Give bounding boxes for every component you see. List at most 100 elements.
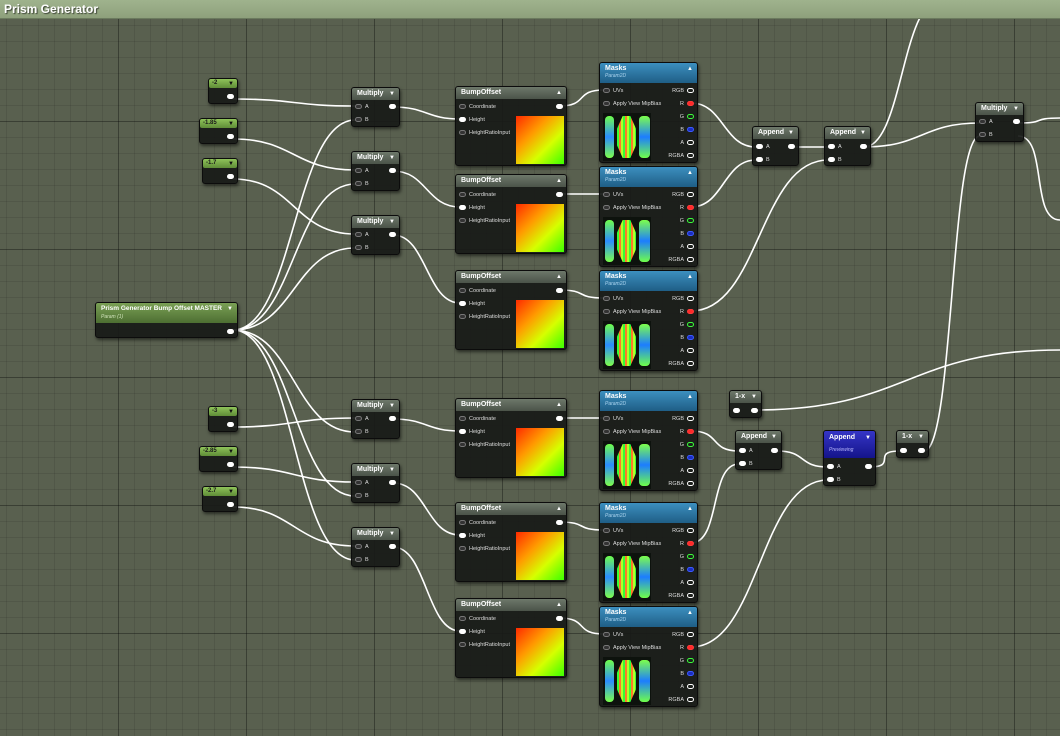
- pin-icon[interactable]: [687, 468, 694, 474]
- pin-icon[interactable]: [389, 416, 396, 422]
- pin-icon[interactable]: [459, 546, 466, 552]
- multiply-node[interactable]: Multiply ▼ A B: [351, 87, 400, 127]
- pin-icon[interactable]: [355, 232, 362, 238]
- node-pin[interactable]: A: [355, 543, 369, 551]
- node-pin[interactable]: A: [827, 463, 841, 471]
- output-pin[interactable]: [227, 328, 234, 336]
- pin-icon[interactable]: [979, 132, 986, 138]
- node-pin[interactable]: Height: [459, 428, 485, 436]
- connection-wire[interactable]: [232, 247, 356, 331]
- pin-icon[interactable]: [687, 218, 694, 224]
- output-pin[interactable]: [751, 407, 758, 415]
- connection-wire[interactable]: [690, 159, 757, 208]
- pin-icon[interactable]: [687, 658, 694, 664]
- node-pin[interactable]: G: [680, 657, 694, 665]
- bump-offset-node[interactable]: BumpOffset ▲ Coordinate Height HeightRatioIn…: [455, 598, 567, 678]
- pin-icon[interactable]: [687, 567, 694, 573]
- connection-wire[interactable]: [392, 106, 461, 120]
- pin-icon[interactable]: [556, 616, 563, 622]
- pin-icon[interactable]: [687, 684, 694, 690]
- pin-icon[interactable]: [603, 429, 610, 435]
- pin-icon[interactable]: [227, 462, 234, 468]
- pin-icon[interactable]: [459, 288, 466, 294]
- node-pin[interactable]: RGB: [672, 295, 694, 303]
- pin-icon[interactable]: [687, 697, 694, 703]
- node-pin[interactable]: B: [355, 492, 369, 500]
- connection-wire[interactable]: [232, 329, 356, 561]
- pin-icon[interactable]: [227, 502, 234, 508]
- pin-icon[interactable]: [459, 429, 466, 435]
- node-pin[interactable]: R: [680, 540, 694, 548]
- node-pin[interactable]: B: [828, 156, 842, 164]
- pin-icon[interactable]: [900, 448, 907, 454]
- node-pin[interactable]: RGB: [672, 87, 694, 95]
- connection-wire[interactable]: [232, 119, 356, 331]
- pin-icon[interactable]: [687, 309, 694, 315]
- output-pin[interactable]: [389, 543, 396, 551]
- node-pin[interactable]: Apply View MipBias: [603, 540, 661, 548]
- collapse-arrow-icon[interactable]: ▼: [865, 435, 871, 441]
- node-pin[interactable]: B: [355, 116, 369, 124]
- node-pin[interactable]: G: [680, 321, 694, 329]
- pin-icon[interactable]: [687, 481, 694, 487]
- connection-wire[interactable]: [776, 450, 829, 468]
- pin-icon[interactable]: [827, 477, 834, 483]
- node-pin[interactable]: RGB: [672, 191, 694, 199]
- output-pin[interactable]: [556, 519, 563, 527]
- output-pin[interactable]: [556, 615, 563, 623]
- pin-icon[interactable]: [865, 464, 872, 470]
- collapse-arrow-icon[interactable]: ▲: [687, 170, 693, 176]
- node-pin[interactable]: Coordinate: [459, 615, 496, 623]
- pin-icon[interactable]: [459, 301, 466, 307]
- collapse-arrow-icon[interactable]: ▲: [687, 506, 693, 512]
- node-pin[interactable]: RGB: [672, 527, 694, 535]
- collapse-arrow-icon[interactable]: ▼: [751, 393, 757, 401]
- node-pin[interactable]: RGBA: [668, 592, 694, 600]
- append-node[interactable]: Append ▼ A B: [752, 126, 799, 166]
- pin-icon[interactable]: [603, 416, 610, 422]
- pin-icon[interactable]: [687, 244, 694, 250]
- masks-texture-node[interactable]: Masks Param2D ▲ UVs Apply View MipBias RGB R G B…: [599, 166, 698, 267]
- connection-wire[interactable]: [754, 349, 1060, 411]
- pin-icon[interactable]: [227, 94, 234, 100]
- multiply-node[interactable]: Multiply ▼ A B: [351, 151, 400, 191]
- pin-icon[interactable]: [756, 157, 763, 163]
- pin-icon[interactable]: [751, 408, 758, 414]
- node-pin[interactable]: B: [680, 126, 694, 134]
- connection-wire[interactable]: [232, 466, 356, 483]
- collapse-arrow-icon[interactable]: ▼: [788, 129, 794, 137]
- node-pin[interactable]: B: [827, 476, 841, 484]
- collapse-arrow-icon[interactable]: ▼: [1013, 105, 1019, 113]
- pin-icon[interactable]: [687, 361, 694, 367]
- node-pin[interactable]: RGBA: [668, 256, 694, 264]
- multiply-node[interactable]: Multiply ▼ A B: [351, 527, 400, 567]
- pin-icon[interactable]: [687, 541, 694, 547]
- node-pin[interactable]: B: [756, 156, 770, 164]
- pin-icon[interactable]: [687, 192, 694, 198]
- node-pin[interactable]: A: [739, 447, 753, 455]
- connection-wire[interactable]: [690, 479, 829, 648]
- pin-icon[interactable]: [687, 257, 694, 263]
- output-pin[interactable]: [556, 191, 563, 199]
- node-pin[interactable]: RGB: [672, 631, 694, 639]
- pin-icon[interactable]: [771, 448, 778, 454]
- collapse-arrow-icon[interactable]: ▲: [556, 177, 562, 185]
- node-pin[interactable]: Height: [459, 628, 485, 636]
- masks-texture-node[interactable]: Masks Param2D ▲ UVs Apply View MipBias RGB R G B…: [599, 62, 698, 163]
- node-pin[interactable]: A: [355, 103, 369, 111]
- collapse-arrow-icon[interactable]: ▼: [389, 90, 395, 98]
- node-pin[interactable]: RGB: [672, 415, 694, 423]
- node-pin[interactable]: R: [680, 308, 694, 316]
- node-pin[interactable]: A: [680, 347, 694, 355]
- pin-icon[interactable]: [227, 329, 234, 335]
- node-pin[interactable]: A: [756, 143, 770, 151]
- pin-icon[interactable]: [687, 554, 694, 560]
- collapse-arrow-icon[interactable]: ▼: [389, 402, 395, 410]
- connection-wire[interactable]: [232, 506, 356, 547]
- pin-icon[interactable]: [687, 348, 694, 354]
- multiply-node[interactable]: Multiply ▼ A B: [351, 463, 400, 503]
- pin-icon[interactable]: [687, 140, 694, 146]
- pin-icon[interactable]: [355, 181, 362, 187]
- collapse-arrow-icon[interactable]: ▼: [918, 433, 924, 441]
- pin-icon[interactable]: [788, 144, 795, 150]
